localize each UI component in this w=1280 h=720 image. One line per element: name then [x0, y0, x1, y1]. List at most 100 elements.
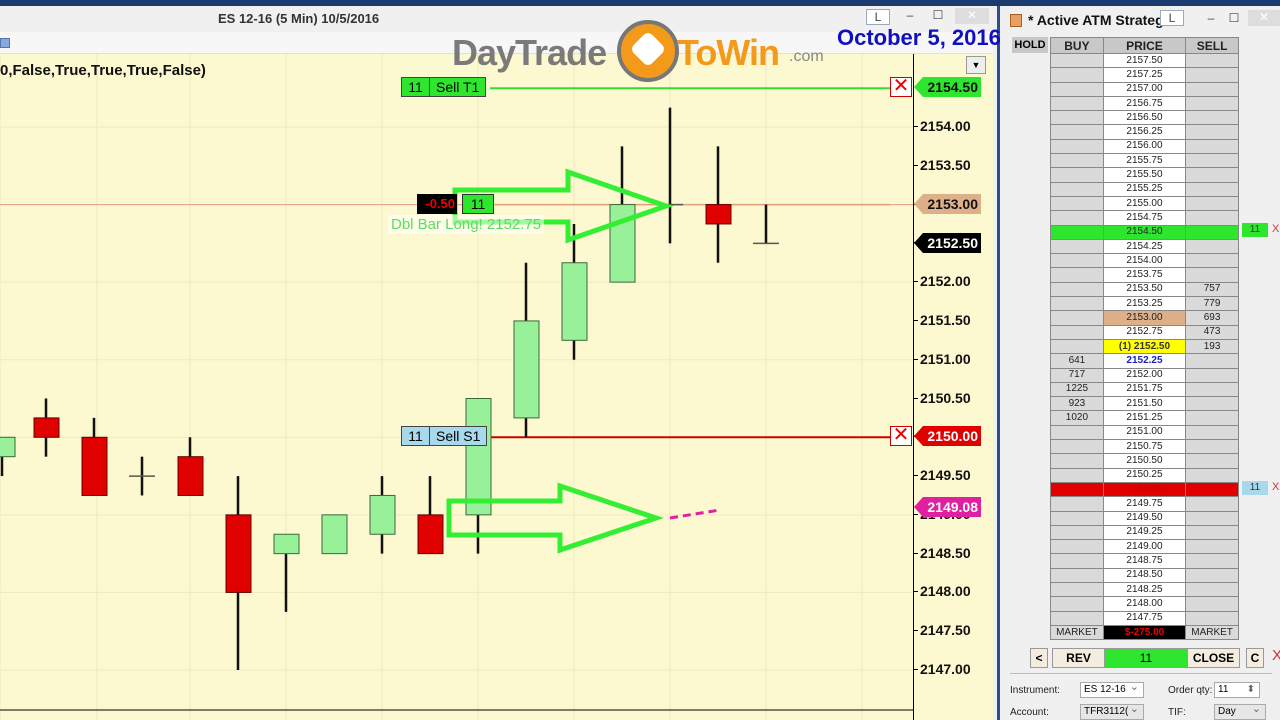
sell-cell[interactable]: [1185, 253, 1239, 269]
sell-cell[interactable]: [1185, 138, 1239, 155]
stop-order-qty-cell[interactable]: 11: [1242, 481, 1268, 495]
buy-cell[interactable]: [1050, 110, 1104, 126]
buy-cell[interactable]: [1050, 81, 1104, 97]
sell-cell[interactable]: [1185, 539, 1239, 555]
target-order-label[interactable]: 11 Sell T1: [401, 77, 487, 97]
position-button[interactable]: 11: [1104, 648, 1188, 668]
maximize-button[interactable]: ☐: [928, 8, 948, 24]
sell-cell[interactable]: 757: [1185, 281, 1239, 298]
sell-cell[interactable]: [1185, 510, 1239, 526]
dom-close-button[interactable]: ✕: [1248, 10, 1280, 26]
sell-cell[interactable]: 779: [1185, 296, 1239, 312]
sell-cell[interactable]: [1185, 238, 1239, 255]
buy-cell[interactable]: [1050, 195, 1104, 212]
sell-cell[interactable]: [1185, 181, 1239, 197]
sell-cell[interactable]: [1185, 367, 1239, 383]
buy-cell[interactable]: [1050, 453, 1104, 469]
sell-cell[interactable]: [1185, 224, 1239, 240]
sell-cell[interactable]: [1185, 553, 1239, 569]
stop-order-label[interactable]: 11 Sell S1: [401, 426, 488, 446]
remove-strategy-icon[interactable]: X: [1272, 647, 1280, 664]
cancel-target-order-icon[interactable]: X: [1272, 223, 1279, 235]
sell-cell[interactable]: [1185, 67, 1239, 83]
target-order-qty-cell[interactable]: 11: [1242, 223, 1268, 237]
position-qty[interactable]: 11: [462, 194, 494, 214]
sell-cell[interactable]: [1185, 410, 1239, 426]
instrument-select[interactable]: ES 12-16: [1080, 680, 1144, 698]
buy-cell[interactable]: [1050, 610, 1104, 626]
buy-cell[interactable]: [1050, 424, 1104, 441]
tif-select[interactable]: Day: [1214, 702, 1266, 720]
buy-cell[interactable]: [1050, 153, 1104, 169]
sell-cell[interactable]: [1185, 95, 1239, 112]
sell-cell[interactable]: [1185, 496, 1239, 512]
sell-cell[interactable]: [1185, 210, 1239, 226]
buy-cell[interactable]: 1225: [1050, 381, 1104, 398]
sell-cell[interactable]: [1185, 381, 1239, 398]
buy-cell[interactable]: [1050, 481, 1104, 498]
buy-cell[interactable]: 923: [1050, 396, 1104, 412]
sell-cell[interactable]: [1185, 353, 1239, 369]
sell-cell[interactable]: [1185, 81, 1239, 97]
buy-cell[interactable]: [1050, 581, 1104, 598]
reverse-button[interactable]: REV: [1052, 648, 1105, 668]
buy-cell[interactable]: [1050, 567, 1104, 583]
buy-cell[interactable]: 1020: [1050, 410, 1104, 426]
sell-cell[interactable]: [1185, 424, 1239, 441]
buy-cell[interactable]: [1050, 467, 1104, 483]
buy-cell[interactable]: [1050, 310, 1104, 326]
cancel-target-icon[interactable]: ✕: [890, 76, 912, 97]
buy-market-button[interactable]: MARKET: [1050, 624, 1104, 641]
sell-cell[interactable]: [1185, 110, 1239, 126]
cancel-stop-icon[interactable]: ✕: [890, 425, 912, 446]
sell-cell[interactable]: [1185, 481, 1239, 498]
link-button[interactable]: L: [866, 9, 890, 25]
c-button[interactable]: C: [1246, 648, 1264, 668]
buy-cell[interactable]: [1050, 539, 1104, 555]
sell-cell[interactable]: [1185, 52, 1239, 69]
buy-cell[interactable]: [1050, 267, 1104, 283]
buy-cell[interactable]: [1050, 338, 1104, 355]
order-qty-input[interactable]: 11: [1214, 682, 1260, 698]
buy-cell[interactable]: [1050, 52, 1104, 69]
buy-cell[interactable]: [1050, 553, 1104, 569]
buy-cell[interactable]: [1050, 167, 1104, 183]
buy-cell[interactable]: [1050, 324, 1104, 340]
sell-cell[interactable]: [1185, 596, 1239, 612]
sell-cell[interactable]: [1185, 453, 1239, 469]
chart-plot-area[interactable]: 0,False,True,True,True,False): [0, 54, 913, 720]
chart-dropdown-button[interactable]: ▼: [966, 56, 986, 74]
sell-cell[interactable]: [1185, 153, 1239, 169]
close-position-button[interactable]: CLOSE: [1187, 648, 1240, 668]
close-button[interactable]: ✕: [955, 8, 989, 24]
price-axis[interactable]: [913, 54, 993, 720]
dom-link-button[interactable]: L: [1160, 10, 1184, 26]
buy-cell[interactable]: [1050, 95, 1104, 112]
buy-cell[interactable]: [1050, 253, 1104, 269]
sell-cell[interactable]: [1185, 396, 1239, 412]
buy-cell[interactable]: [1050, 439, 1104, 455]
buy-cell[interactable]: [1050, 224, 1104, 240]
buy-cell[interactable]: [1050, 138, 1104, 155]
sell-cell[interactable]: 693: [1185, 310, 1239, 326]
buy-cell[interactable]: 717: [1050, 367, 1104, 383]
buy-cell[interactable]: [1050, 238, 1104, 255]
buy-cell[interactable]: [1050, 210, 1104, 226]
buy-cell[interactable]: [1050, 524, 1104, 541]
minimize-button[interactable]: –: [900, 8, 920, 24]
back-button[interactable]: <: [1030, 648, 1048, 668]
sell-cell[interactable]: [1185, 167, 1239, 183]
sell-cell[interactable]: 473: [1185, 324, 1239, 340]
dom-minimize-button[interactable]: –: [1203, 11, 1219, 27]
buy-cell[interactable]: [1050, 496, 1104, 512]
sell-market-button[interactable]: MARKET: [1185, 624, 1239, 641]
sell-cell[interactable]: [1185, 610, 1239, 626]
sell-cell[interactable]: [1185, 567, 1239, 583]
sell-cell[interactable]: [1185, 524, 1239, 541]
buy-cell[interactable]: [1050, 124, 1104, 140]
toolbar-icon[interactable]: [0, 38, 10, 48]
buy-cell[interactable]: 641: [1050, 353, 1104, 369]
sell-cell[interactable]: [1185, 467, 1239, 483]
buy-cell[interactable]: [1050, 67, 1104, 83]
buy-cell[interactable]: [1050, 296, 1104, 312]
